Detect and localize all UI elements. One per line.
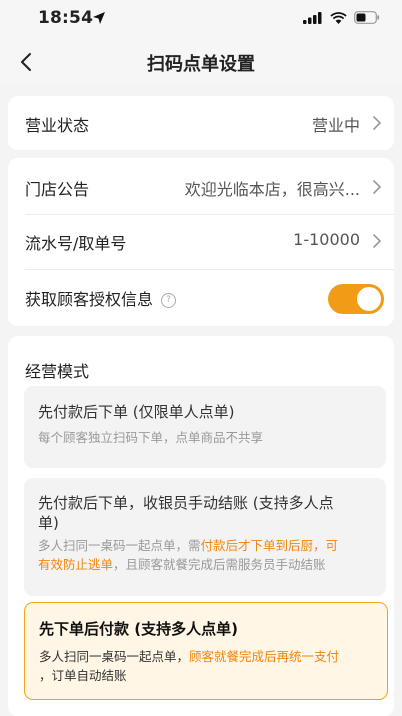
chevron-right-icon — [373, 180, 382, 194]
mode-option-postpay-multi[interactable]: 先下单后付款 (支持多人点单) 多人扫同一桌码一起点单，顾客就餐完成后再统一支付… — [24, 602, 388, 700]
serial-label: 流水号/取单号 — [25, 234, 127, 253]
business-status-label: 营业状态 — [25, 116, 90, 135]
option-title: 先付款后下单，收银员手动结账 (支持多人点 单) — [38, 493, 372, 533]
serial-row[interactable]: 流水号/取单号 1-10000 — [8, 215, 394, 267]
battery-icon — [354, 11, 380, 24]
divider — [25, 269, 394, 270]
desc-text: ，订单自动结账 — [39, 668, 127, 683]
serial-value: 1-10000 — [293, 230, 360, 249]
mode-option-prepay-single[interactable]: 先付款后下单 (仅限单人点单) 每个顾客独立扫码下单，点单商品不共享 — [24, 386, 386, 468]
desc-text: ，且顾客就餐完成后需服务员手动结账 — [113, 557, 326, 572]
notice-row[interactable]: 门店公告 欢迎光临本店，很高兴... — [8, 161, 394, 213]
option-title-line1: 先付款后下单，收银员手动结账 (支持多人点 — [38, 494, 334, 512]
business-status-row[interactable]: 营业状态 营业中 — [8, 97, 394, 149]
desc-highlight: 顾客就餐完成后再统一支付 — [189, 649, 340, 664]
option-desc: 每个顾客独立扫码下单，点单商品不共享 — [38, 430, 264, 445]
notice-value: 欢迎光临本店，很高兴... — [184, 180, 360, 199]
location-arrow-icon — [93, 12, 105, 24]
option-desc: 多人扫同一桌码一起点单，需付款后才下单到后厨，可 有效防止逃单，且顾客就餐完成后… — [38, 536, 372, 574]
store-settings-card: 门店公告 欢迎光临本店，很高兴... 流水号/取单号 1-10000 获取顾客授… — [8, 158, 394, 326]
status-bar: 18:54 — [0, 0, 402, 40]
desc-text: 多人扫同一桌码一起点单，需 — [38, 538, 201, 553]
wifi-icon — [330, 11, 347, 24]
signal-icon — [303, 11, 322, 24]
status-icons — [303, 11, 380, 24]
authorize-label: 获取顾客授权信息 — [25, 290, 154, 309]
desc-highlight: 付款后才下单到后厨，可 — [200, 538, 339, 553]
section-title: 经营模式 — [25, 362, 90, 381]
authorize-label-wrap: 获取顾客授权信息? — [25, 286, 177, 310]
business-status-card: 营业状态 营业中 — [8, 96, 394, 150]
desc-text: 多人扫同一桌码一起点单， — [39, 649, 190, 664]
chevron-right-icon — [373, 116, 382, 130]
toggle-knob — [357, 287, 381, 311]
option-title-line2: 单) — [38, 514, 59, 532]
option-desc: 多人扫同一桌码一起点单，顾客就餐完成后再统一支付 ，订单自动结账 — [39, 647, 373, 685]
nav-bar: 扫码点单设置 — [0, 40, 402, 84]
authorize-row: 获取顾客授权信息? — [8, 271, 394, 323]
status-time: 18:54 — [38, 8, 94, 28]
business-status-value: 营业中 — [311, 116, 360, 135]
authorize-toggle[interactable] — [328, 284, 384, 314]
mode-option-prepay-multi[interactable]: 先付款后下单，收银员手动结账 (支持多人点 单) 多人扫同一桌码一起点单，需付款… — [24, 478, 386, 596]
option-title: 先下单后付款 (支持多人点单) — [39, 620, 238, 638]
notice-label: 门店公告 — [25, 180, 90, 199]
page-title: 扫码点单设置 — [147, 54, 255, 75]
option-title: 先付款后下单 (仅限单人点单) — [38, 403, 235, 421]
business-mode-card: 经营模式 先付款后下单 (仅限单人点单) 每个顾客独立扫码下单，点单商品不共享 … — [8, 336, 394, 716]
desc-highlight: 有效防止逃单 — [38, 557, 114, 572]
chevron-right-icon — [373, 234, 382, 248]
help-icon[interactable]: ? — [161, 293, 177, 308]
